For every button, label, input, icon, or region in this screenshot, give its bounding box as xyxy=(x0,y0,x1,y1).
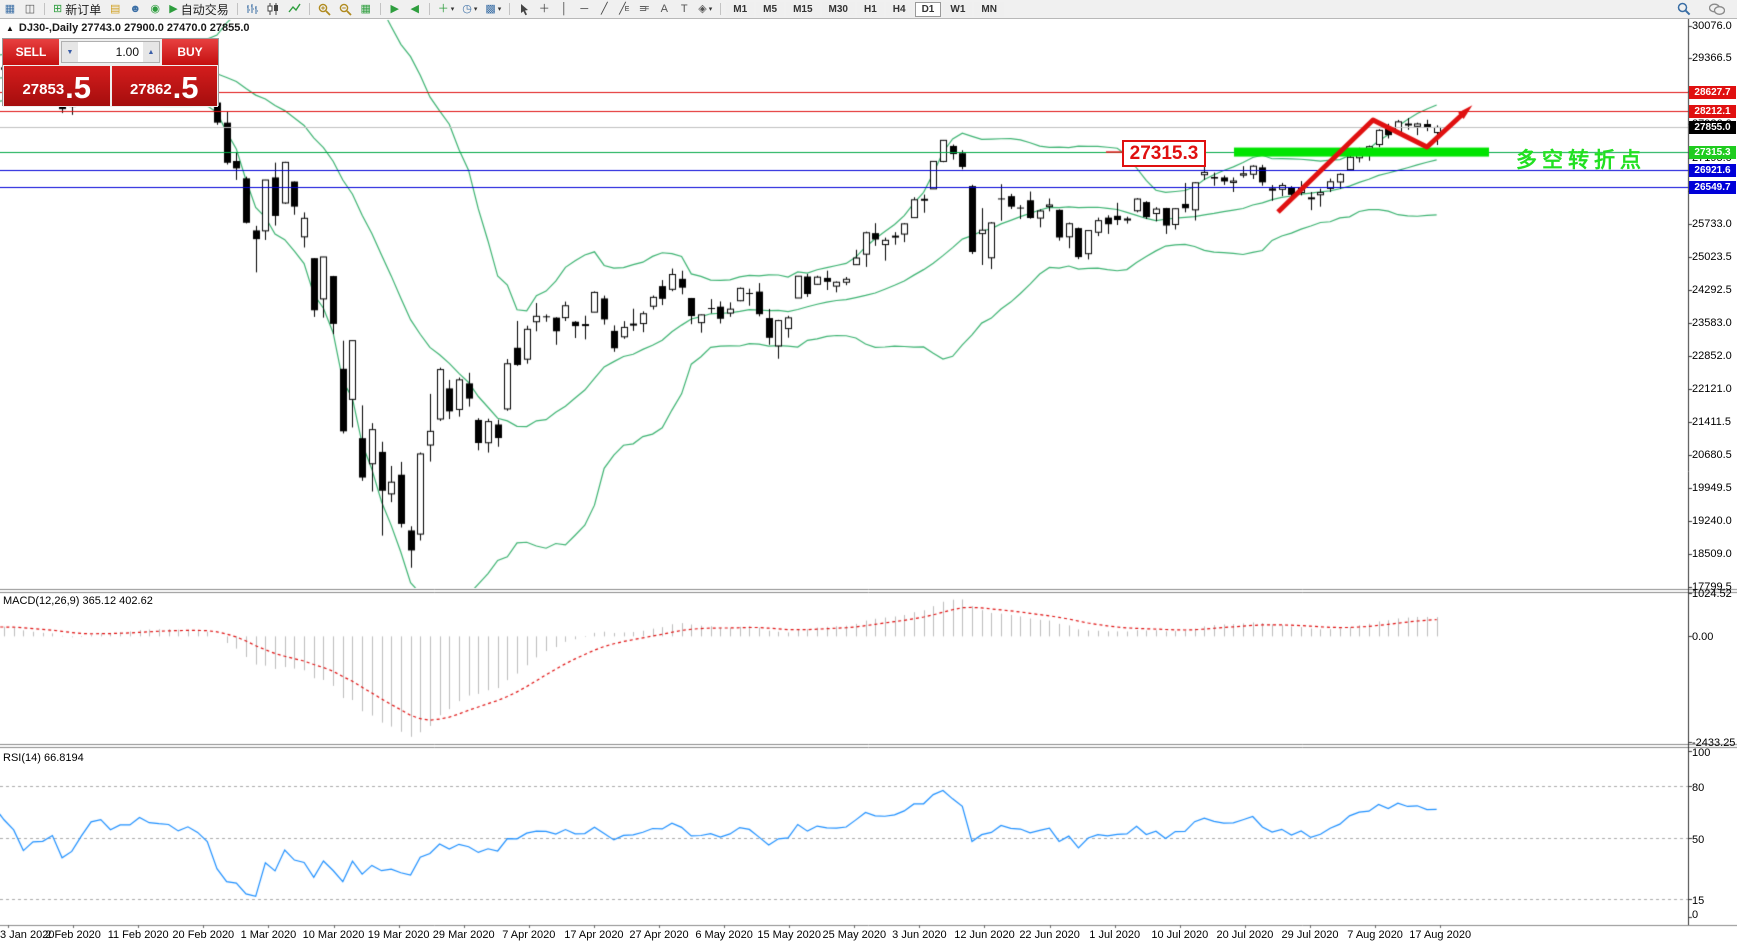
bull-bear-turning-point-note: 多空转折点 xyxy=(1516,144,1646,174)
indicators-add-icon[interactable]: ＋▾ xyxy=(435,1,458,17)
chat-icon[interactable] xyxy=(1706,1,1728,17)
timeframe-button-m15[interactable]: M15 xyxy=(786,2,819,17)
volume-input[interactable] xyxy=(78,42,143,62)
candlestick-chart-icon[interactable] xyxy=(264,1,283,17)
volume-increase-button[interactable]: ▲ xyxy=(143,42,159,62)
auto-scroll-icon[interactable]: ▶ xyxy=(386,1,404,17)
mt4-window: { "toolbar": { "groups": [ {"items": [ {… xyxy=(0,0,1737,944)
sell-price-display[interactable]: 27853 .5 xyxy=(4,66,110,106)
sell-price-pips: .5 xyxy=(65,72,91,103)
timeframe-button-m5[interactable]: M5 xyxy=(756,2,784,17)
toolbar-separator xyxy=(720,3,721,15)
signals-icon[interactable]: ◉ xyxy=(146,1,164,17)
timeframe-button-d1[interactable]: D1 xyxy=(915,2,942,17)
toolbar-separator xyxy=(380,3,381,15)
sell-button[interactable]: SELL xyxy=(3,39,59,65)
volume-decrease-button[interactable]: ▼ xyxy=(62,42,78,62)
market-watch-icon[interactable]: ▦ xyxy=(1,1,19,17)
crosshair-icon[interactable]: ＋ xyxy=(535,1,553,17)
trendline-icon[interactable]: ╱ xyxy=(595,1,613,17)
collapse-arrow-icon[interactable]: ▲ xyxy=(6,24,14,33)
vertical-line-icon[interactable]: │ xyxy=(555,1,573,17)
data-window-icon[interactable]: ◫ xyxy=(21,1,39,17)
text-label-icon[interactable]: T xyxy=(675,1,693,17)
period-clock-icon[interactable]: ◷▾ xyxy=(459,1,480,17)
timeframe-button-mn[interactable]: MN xyxy=(974,2,1004,17)
chart-ohlc-text: DJ30-,Daily 27743.0 27900.0 27470.0 2785… xyxy=(19,22,250,34)
tile-windows-icon[interactable]: ▦ xyxy=(357,1,375,17)
channel-icon[interactable]: ╱E xyxy=(615,1,633,17)
buy-price-main: 27862 xyxy=(130,77,172,103)
toolbar-separator xyxy=(429,3,430,15)
timeframe-button-h1[interactable]: H1 xyxy=(857,2,884,17)
fibonacci-icon[interactable]: ≡F xyxy=(635,1,653,17)
horizontal-line-icon[interactable]: ─ xyxy=(575,1,593,17)
experts-icon[interactable]: ☻ xyxy=(126,1,144,17)
cursor-icon[interactable] xyxy=(515,1,533,17)
chart-shift-icon[interactable]: ◀ xyxy=(406,1,424,17)
line-chart-icon[interactable] xyxy=(285,1,304,17)
buy-price-display[interactable]: 27862 .5 xyxy=(112,66,218,106)
main-toolbar: ▦◫⊞新订单▤☻◉▶自动交易▦▶◀＋▾◷▾▩▾＋│─╱╱E≡FAT◈▾M1M5M… xyxy=(0,0,1737,19)
buy-button[interactable]: BUY xyxy=(162,39,218,65)
autotrading-icon[interactable]: ▶自动交易 xyxy=(166,1,231,17)
history-center-icon[interactable]: ▤ xyxy=(106,1,124,17)
new-order-icon[interactable]: ⊞新订单 xyxy=(50,1,104,17)
toolbar-right-icons xyxy=(1673,1,1729,17)
search-icon[interactable] xyxy=(1674,1,1694,17)
toolbar-separator xyxy=(309,3,310,15)
sell-price-main: 27853 xyxy=(22,77,64,103)
volume-spinner: ▼ ▲ xyxy=(61,41,160,63)
buy-price-pips: .5 xyxy=(173,72,199,103)
timeframe-button-h4[interactable]: H4 xyxy=(886,2,913,17)
text-icon[interactable]: A xyxy=(655,1,673,17)
support-level-price-label: 27315.3 xyxy=(1122,140,1206,167)
templates-icon[interactable]: ▩▾ xyxy=(482,1,504,17)
toolbar-separator xyxy=(44,3,45,15)
shapes-icon[interactable]: ◈▾ xyxy=(695,1,715,17)
timeframe-button-m1[interactable]: M1 xyxy=(726,2,754,17)
timeframe-button-w1[interactable]: W1 xyxy=(943,2,972,17)
price-chart-canvas[interactable] xyxy=(0,0,1737,944)
toolbar-separator xyxy=(237,3,238,15)
zoom-in-icon[interactable] xyxy=(315,1,334,17)
one-click-trading-panel: SELL ▼ ▲ BUY 27853 .5 27862 .5 xyxy=(2,38,219,106)
chart-ohlc-header: ▲ DJ30-,Daily 27743.0 27900.0 27470.0 27… xyxy=(6,22,250,34)
bar-chart-icon[interactable] xyxy=(243,1,262,17)
zoom-out-icon[interactable] xyxy=(336,1,355,17)
timeframe-button-m30[interactable]: M30 xyxy=(822,2,855,17)
toolbar-separator xyxy=(509,3,510,15)
